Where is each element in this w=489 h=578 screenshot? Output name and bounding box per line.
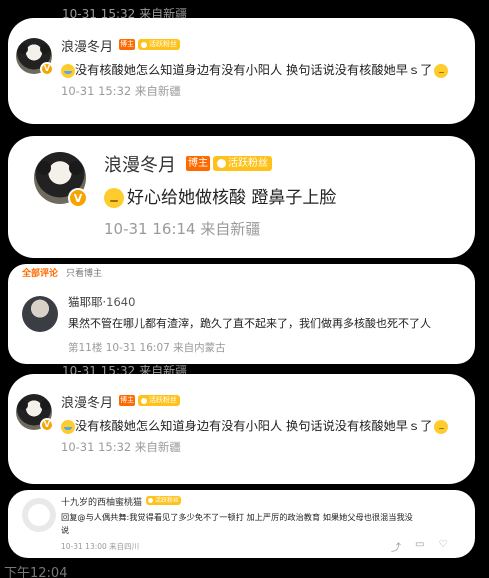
fan-icon (141, 41, 147, 48)
user-level: ·1640 (102, 295, 136, 309)
tab-blogger-only[interactable]: 只看博主 (66, 269, 102, 279)
comment-icon[interactable]: ▭ (415, 539, 424, 554)
comment-text-line-2: 说 (61, 525, 70, 535)
thinking-icon (104, 188, 124, 208)
comment-text: 没有核酸她怎么知道身边有没有小阳人 换句话说没有核酸她早ｓ了 (61, 416, 449, 434)
fan-icon (141, 397, 147, 404)
username[interactable]: 十九岁的西柚蜜桃猫 (61, 495, 142, 508)
comment-meta: 10-31 16:14 来自新疆 (104, 220, 261, 238)
action-icons: ⤴ ▭ ♡ (391, 539, 447, 554)
fan-icon (217, 159, 226, 168)
comment-card-3[interactable]: 全部评论 只看博主 猫耶耶·1640 果然不管在哪儿都有渣滓，跪久了直不起来了，我… (8, 264, 475, 364)
tab-all-comments[interactable]: 全部评论 (22, 269, 58, 279)
comment-meta: 10-31 15:32 来自新疆 (61, 84, 181, 98)
comment-text-line-1: 回复@与人偶共舞:我觉得看见了多少免不了一顿打 加上严厉的政治教育 如果她父母也… (61, 512, 413, 522)
comment-meta: 10-31 13:00 来自四川 (61, 542, 140, 551)
comment-card-1[interactable]: V 浪漫冬月 博主 活跃粉丝 没有核酸她怎么知道身边有没有小阳人 换句话说没有核… (8, 18, 475, 124)
like-icon[interactable]: ♡ (438, 539, 447, 554)
verified-icon: V (40, 418, 54, 432)
avatar-ear (18, 44, 28, 54)
avatar-ear (69, 161, 83, 175)
cry-icon (61, 419, 75, 434)
active-fan-badge: 活跃粉丝 (146, 496, 182, 505)
avatar[interactable] (22, 498, 56, 532)
comment-text: 好心给她做核酸 蹬鼻子上脸 (104, 183, 336, 208)
avatar-ear (40, 44, 50, 54)
blogger-badge: 博主 (119, 39, 135, 50)
avatar-ear (40, 400, 50, 410)
comment-text: 没有核酸她怎么知道身边有没有小阳人 换句话说没有核酸她早ｓ了 (61, 60, 449, 78)
blogger-badge: 博主 (186, 156, 210, 171)
verified-icon: V (68, 188, 88, 208)
avatar-ear (18, 400, 28, 410)
avatar[interactable] (22, 296, 58, 332)
active-fan-badge: 活跃粉丝 (213, 156, 272, 171)
comment-text: 果然不管在哪儿都有渣滓，跪久了直不起来了，我们做再多核酸也死不了人 (68, 317, 431, 330)
fan-icon (148, 498, 153, 503)
status-time: 下午12:04 (4, 566, 68, 578)
username[interactable]: 浪漫冬月 (61, 36, 113, 55)
username[interactable]: 猫耶耶·1640 (68, 294, 135, 310)
comment-card-2[interactable]: V 浪漫冬月 博主 活跃粉丝 好心给她做核酸 蹬鼻子上脸 10-31 16:14… (8, 136, 475, 258)
comment-card-4[interactable]: V 浪漫冬月 博主 活跃粉丝 没有核酸她怎么知道身边有没有小阳人 换句话说没有核… (8, 374, 475, 484)
thinking-icon (434, 419, 449, 434)
avatar-ear (37, 161, 51, 175)
username[interactable]: 浪漫冬月 (61, 392, 113, 411)
comment-tabs: 全部评论 只看博主 (22, 266, 102, 279)
comment-meta: 10-31 15:32 来自新疆 (61, 440, 181, 454)
active-fan-badge: 活跃粉丝 (138, 39, 180, 50)
blogger-badge: 博主 (119, 395, 135, 406)
username[interactable]: 浪漫冬月 (104, 151, 176, 177)
share-icon[interactable]: ⤴ (391, 539, 401, 554)
thinking-icon (434, 63, 449, 78)
active-fan-badge: 活跃粉丝 (138, 395, 180, 406)
verified-icon: V (40, 62, 54, 76)
cry-icon (61, 63, 75, 78)
comment-card-5[interactable]: 十九岁的西柚蜜桃猫 活跃粉丝 回复@与人偶共舞:我觉得看见了多少免不了一顿打 加… (8, 490, 475, 558)
comment-meta: 第11楼 10-31 16:07 来自内蒙古 (68, 342, 226, 354)
